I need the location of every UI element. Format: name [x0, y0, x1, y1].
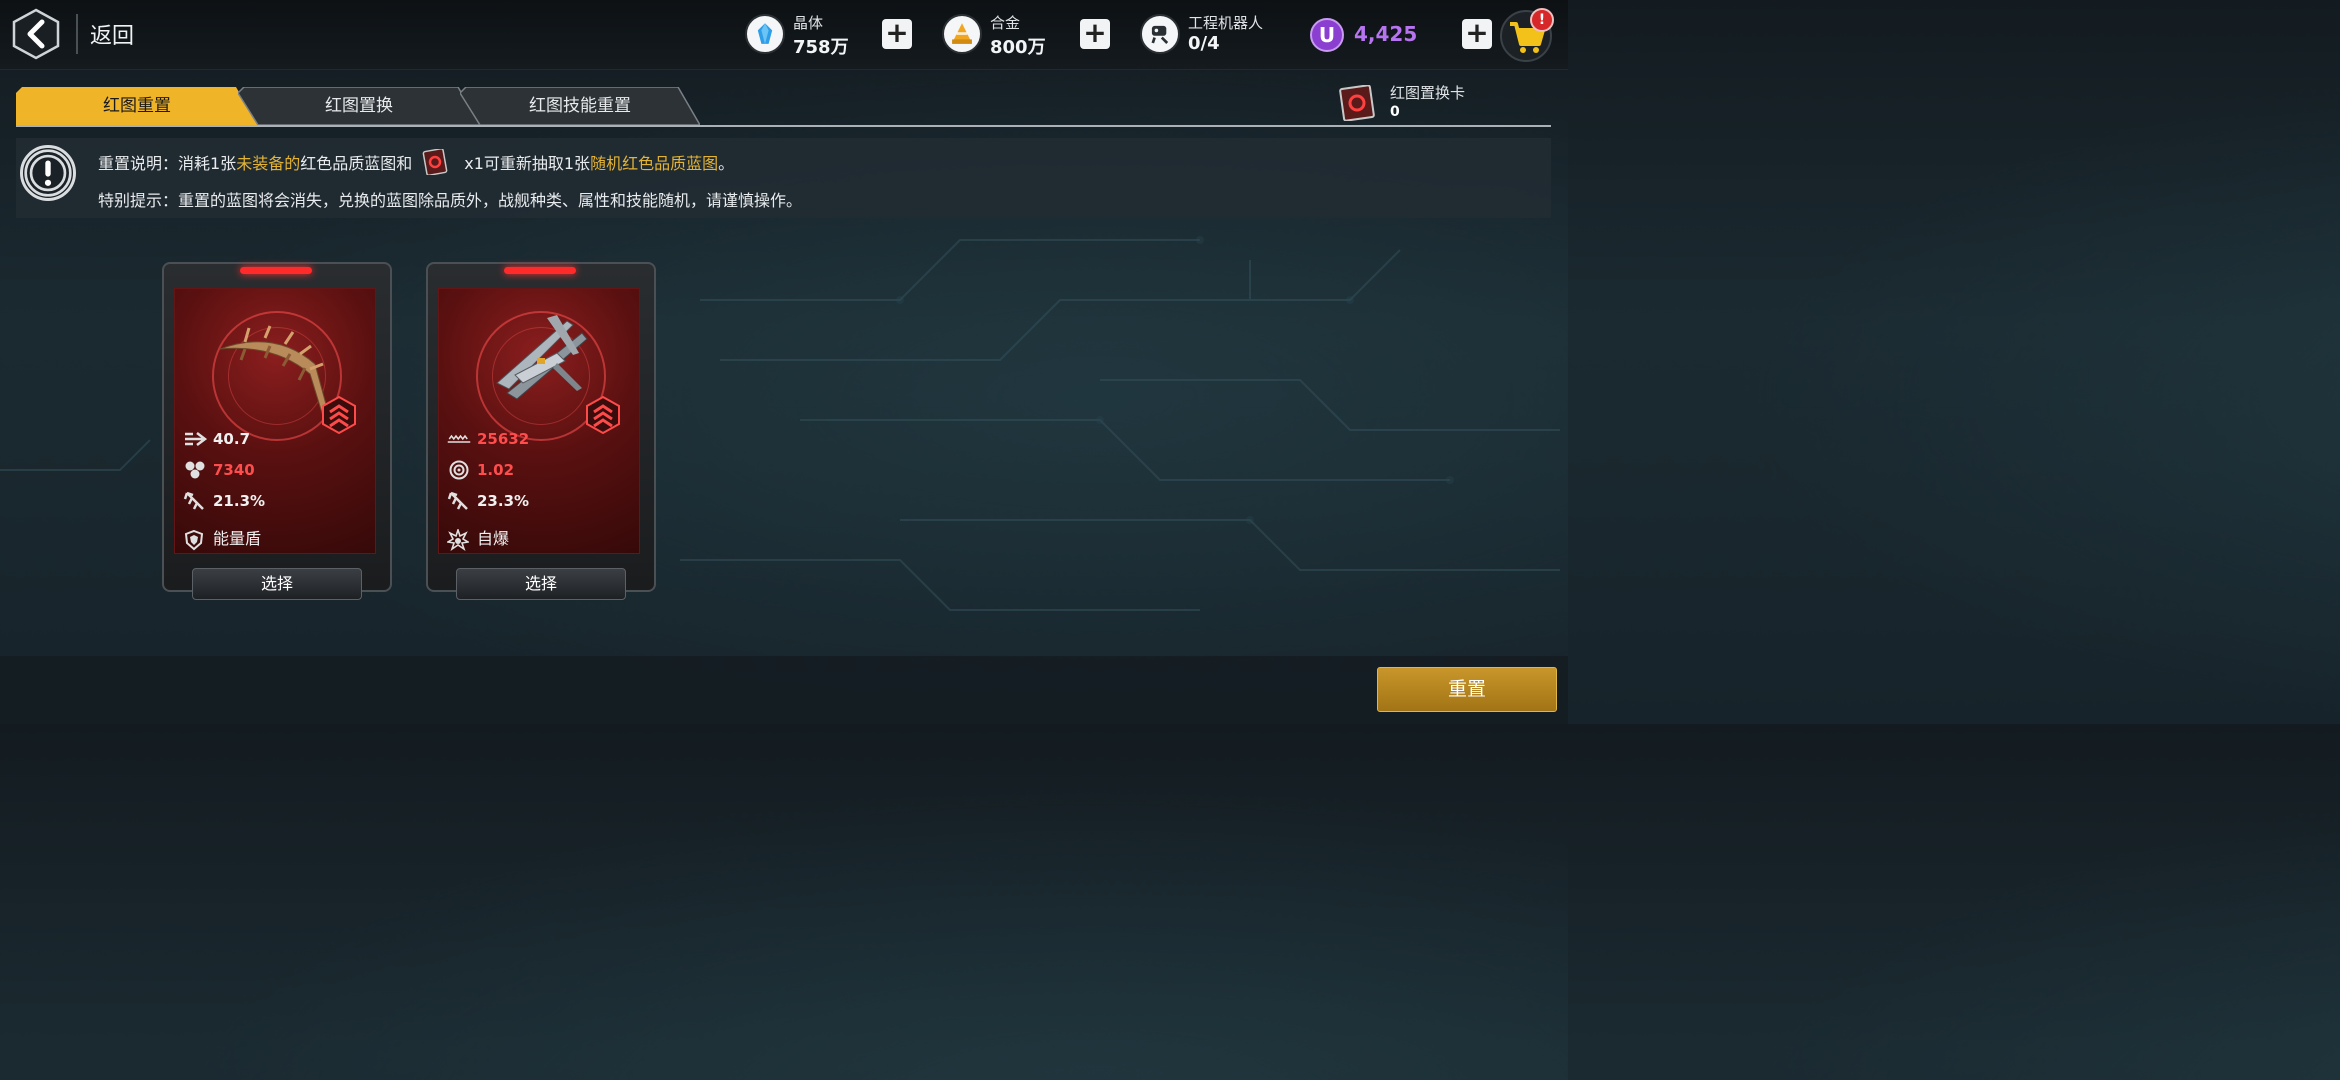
notice-text: x1可重新抽取1张 — [464, 154, 591, 173]
shield-icon — [184, 529, 204, 550]
missile-icon — [183, 491, 204, 510]
stat-row: 1.02 — [447, 460, 514, 484]
notice-text: 重置说明：消耗1张 — [98, 154, 237, 173]
resource-value: 800万 — [990, 37, 1046, 58]
missile-icon — [447, 491, 468, 510]
exchange-card-label: 红图置换卡 — [1390, 84, 1466, 102]
notice-text: 红色品质蓝图和 — [300, 154, 413, 173]
stat-value: 23.3% — [477, 492, 530, 510]
bottom-bar — [0, 656, 1568, 724]
rank-chevron-icon — [586, 395, 620, 435]
premium-currency-value: 4,425 — [1354, 22, 1418, 46]
notice-line-2: 特别提示：重置的蓝图将会消失，兑换的蓝图除品质外，战舰种类、属性和技能随机，请谨… — [98, 191, 803, 210]
stat-value: 7340 — [213, 461, 255, 479]
tab-red-skill-reset[interactable]: 红图技能重置 — [460, 87, 700, 125]
notice-highlight: 随机红色品质蓝图 — [590, 154, 719, 173]
resource-value: 758万 — [793, 37, 849, 58]
resource-name: 晶体 — [793, 14, 824, 32]
exchange-card-icon — [1339, 85, 1375, 121]
resource-name: 工程机器人 — [1188, 14, 1264, 32]
notice-highlight: 未装备的 — [236, 154, 301, 173]
stat-value: 40.7 — [213, 430, 251, 448]
rank-chevron-icon — [322, 395, 356, 435]
ship-image — [496, 315, 588, 400]
speed-icon — [185, 432, 207, 446]
crystal-icon — [745, 14, 785, 54]
resource-robot: 工程机器人 0/4 — [1140, 12, 1290, 58]
blueprint-card[interactable]: 25632 1.02 23.3% 自爆 选择 — [426, 262, 656, 607]
exclamation-icon — [20, 145, 76, 201]
notification-badge: ! — [1530, 8, 1554, 32]
tab-label: 红图置换 — [325, 96, 393, 116]
hexagon-icon — [185, 461, 205, 479]
robot-icon — [1140, 14, 1180, 54]
stat-value: 25632 — [477, 430, 530, 448]
add-premium-button[interactable]: + — [1462, 19, 1492, 49]
skill-row: 能量盾 — [183, 525, 261, 551]
stat-row: 21.3% — [183, 491, 265, 515]
exchange-card-count: 0 — [1390, 104, 1400, 120]
resource-name: 合金 — [990, 14, 1021, 32]
top-bar: 返回 晶体 758万 + 合金 800万 + 工程机器人 0/4 U 4,425… — [0, 0, 1568, 70]
tab-red-exchange[interactable]: 红图置换 — [238, 87, 480, 125]
notice-line-1: 重置说明：消耗1张未装备的红色品质蓝图和 x1可重新抽取1张随机红色品质蓝图。 — [98, 148, 735, 178]
premium-currency-icon: U — [1310, 18, 1344, 52]
resource-crystal: 晶体 758万 — [745, 12, 865, 58]
skill-label: 能量盾 — [213, 529, 262, 548]
tabs-underline — [16, 125, 1551, 127]
back-label[interactable]: 返回 — [90, 18, 134, 50]
stat-row: 25632 — [447, 429, 529, 453]
stat-row: 7340 — [183, 460, 255, 484]
notice-text: 。 — [718, 154, 735, 173]
card-content: 25632 1.02 23.3% 自爆 — [438, 288, 640, 554]
explosion-icon — [447, 528, 469, 551]
exchange-card-icon — [422, 148, 448, 175]
divider — [76, 14, 78, 54]
back-arrow-icon[interactable] — [10, 8, 62, 60]
wave-icon — [447, 434, 471, 443]
add-crystal-button[interactable]: + — [882, 19, 912, 49]
skill-row: 自爆 — [447, 525, 509, 551]
stat-row: 23.3% — [447, 491, 529, 515]
resource-value: 0/4 — [1188, 33, 1220, 54]
stat-row: 40.7 — [183, 429, 250, 453]
target-icon — [449, 460, 469, 480]
skill-label: 自爆 — [477, 529, 510, 548]
rarity-light — [240, 267, 312, 274]
tab-label: 红图技能重置 — [529, 96, 631, 116]
stat-value: 21.3% — [213, 492, 266, 510]
resource-alloy: 合金 800万 — [942, 12, 1062, 58]
tab-label: 红图重置 — [103, 96, 171, 116]
select-button[interactable]: 选择 — [456, 568, 626, 600]
add-alloy-button[interactable]: + — [1080, 19, 1110, 49]
alloy-icon — [942, 14, 982, 54]
blueprint-card[interactable]: 40.7 7340 21.3% 能量盾 选择 — [162, 262, 392, 607]
tab-red-reset[interactable]: 红图重置 — [16, 87, 258, 125]
reset-button[interactable]: 重置 — [1377, 667, 1557, 712]
rarity-light — [504, 267, 576, 274]
stat-value: 1.02 — [477, 461, 515, 479]
card-content: 40.7 7340 21.3% 能量盾 — [174, 288, 376, 554]
select-button[interactable]: 选择 — [192, 568, 362, 600]
